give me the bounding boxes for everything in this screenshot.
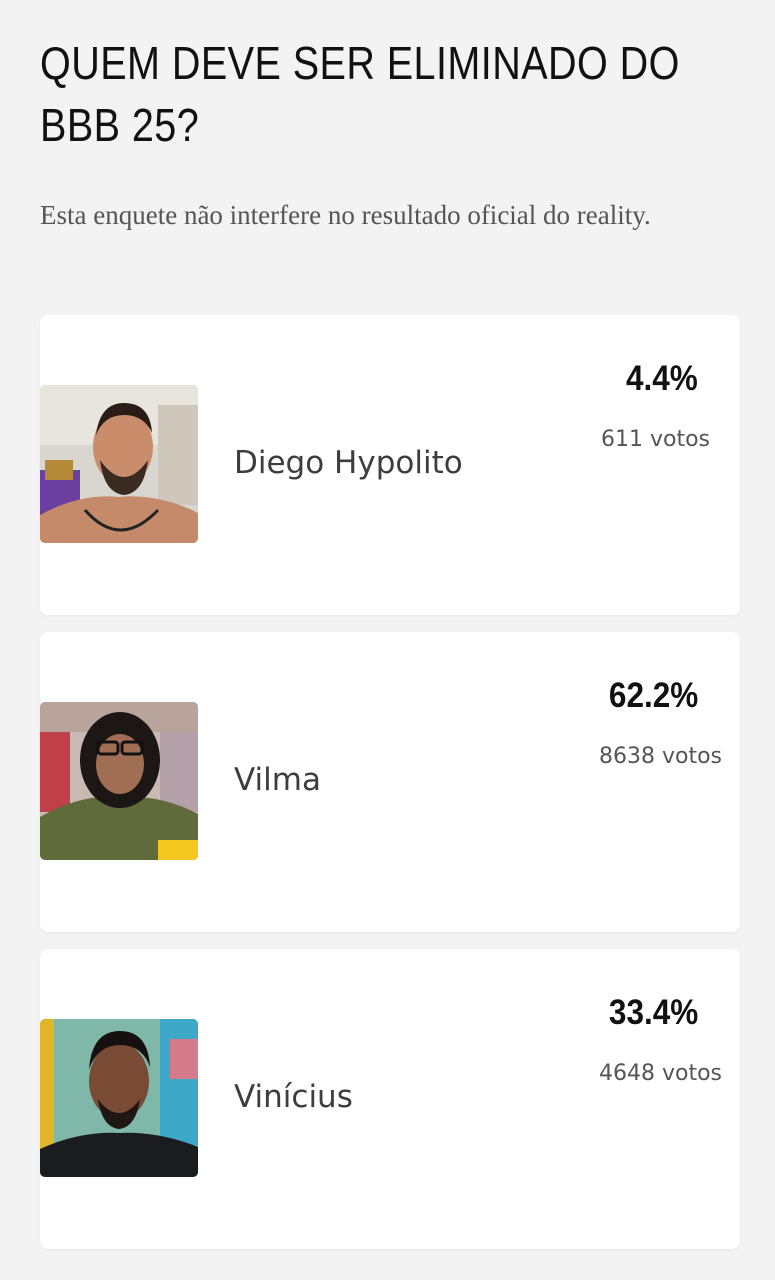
vote-count: 4648 votos xyxy=(598,1061,722,1086)
contestant-photo xyxy=(40,385,198,543)
poll-subtitle: Esta enquete não interfere no resultado … xyxy=(40,200,651,230)
vote-percentage: 33.4% xyxy=(608,993,698,1032)
contestant-name: Vinícius xyxy=(234,1079,353,1115)
contestant-name: Diego Hypolito xyxy=(234,445,463,481)
poll-option-vilma[interactable]: Vilma 62.2% 8638 votos xyxy=(40,632,740,932)
contestant-photo xyxy=(40,702,198,860)
vote-percentage: 4.4% xyxy=(626,359,698,398)
contestant-photo xyxy=(40,1019,198,1177)
vote-count: 611 votos xyxy=(600,427,710,452)
contestant-name: Vilma xyxy=(234,762,321,798)
poll-title: QUEM DEVE SER ELIMINADO DO BBB 25? xyxy=(40,37,680,151)
poll-option-vinicius[interactable]: Vinícius 33.4% 4648 votos xyxy=(40,949,740,1249)
vote-percentage: 62.2% xyxy=(608,676,698,715)
poll-option-diego-hypolito[interactable]: Diego Hypolito 4.4% 611 votos xyxy=(40,315,740,615)
vote-count: 8638 votos xyxy=(598,744,722,769)
